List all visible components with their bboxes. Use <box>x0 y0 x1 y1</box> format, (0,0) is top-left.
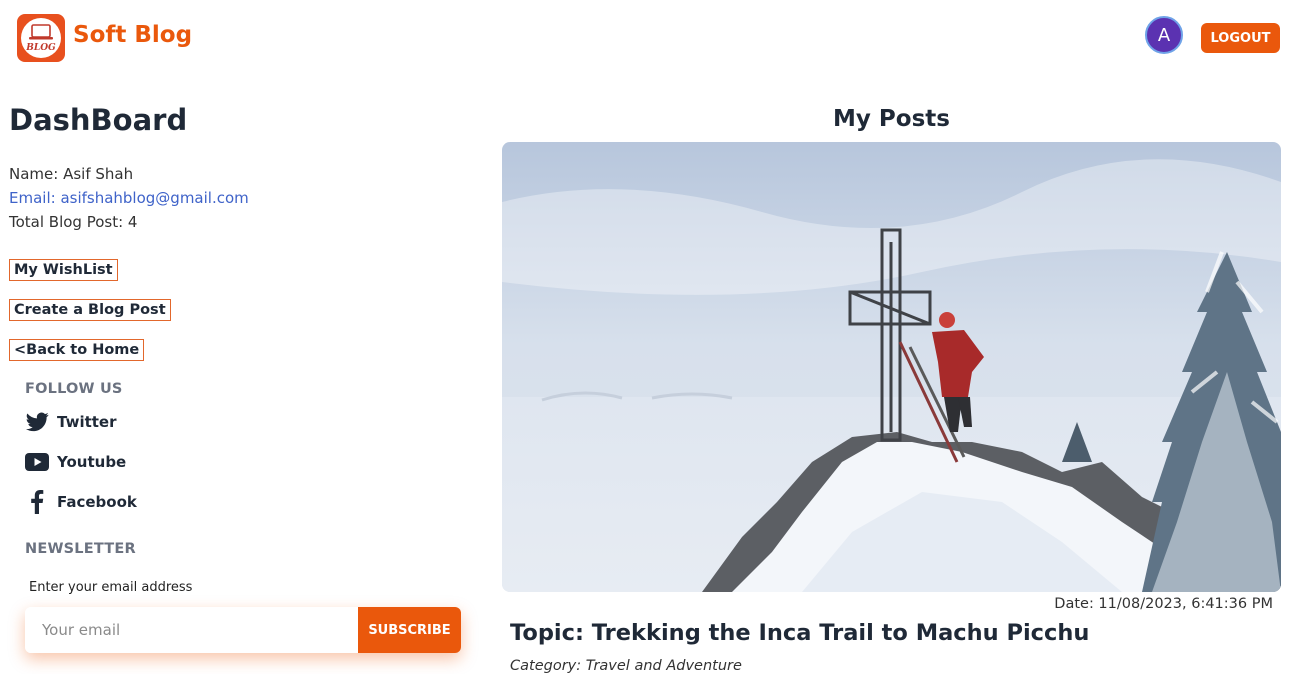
post-topic[interactable]: Topic: Trekking the Inca Trail to Machu … <box>510 620 1089 646</box>
newsletter-heading: NEWSLETTER <box>25 541 136 557</box>
create-blog-post-link[interactable]: Create a Blog Post <box>9 299 171 321</box>
newsletter-form: SUBSCRIBE <box>25 607 461 653</box>
blog-logo-icon: BLOG <box>25 24 56 53</box>
avatar[interactable]: A <box>1145 16 1183 54</box>
user-email: Email: asifshahblog@gmail.com <box>9 189 249 207</box>
follow-us-heading: FOLLOW US <box>25 381 123 397</box>
twitter-label: Twitter <box>57 413 117 431</box>
user-name: Name: Asif Shah <box>9 165 134 183</box>
youtube-icon <box>25 450 49 474</box>
my-wishlist-link[interactable]: My WishList <box>9 259 118 281</box>
youtube-link[interactable]: Youtube <box>25 450 126 474</box>
total-blog-posts: Total Blog Post: 4 <box>9 213 138 231</box>
post-date: Date: 11/08/2023, 6:41:36 PM <box>1054 596 1273 612</box>
my-posts-heading: My Posts <box>833 106 950 132</box>
facebook-link[interactable]: Facebook <box>25 490 137 514</box>
post-image[interactable] <box>502 142 1281 592</box>
facebook-icon <box>25 490 49 514</box>
subscribe-button[interactable]: SUBSCRIBE <box>358 607 461 653</box>
newsletter-prompt: Enter your email address <box>29 580 193 595</box>
logout-button[interactable]: LOGOUT <box>1201 23 1280 53</box>
post-category: Category: Travel and Adventure <box>510 658 742 674</box>
twitter-link[interactable]: Twitter <box>25 410 117 434</box>
twitter-icon <box>25 410 49 434</box>
back-to-home-link[interactable]: <Back to Home <box>9 339 145 361</box>
logo-badge: BLOG <box>21 18 61 58</box>
brand-logo[interactable]: BLOG <box>17 14 65 62</box>
dashboard-title: DashBoard <box>9 103 188 137</box>
youtube-label: Youtube <box>57 453 127 471</box>
facebook-label: Facebook <box>57 493 137 511</box>
logo-text: BLOG <box>25 43 56 53</box>
newsletter-email-input[interactable] <box>25 607 358 653</box>
post-photo <box>502 142 1281 592</box>
brand-name[interactable]: Soft Blog <box>73 22 192 48</box>
